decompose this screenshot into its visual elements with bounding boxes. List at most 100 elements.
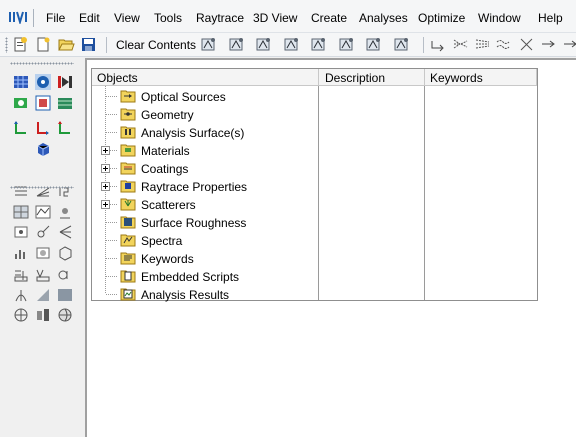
- tree-item-label: Embedded Scripts: [141, 270, 240, 284]
- new-document-icon[interactable]: [12, 36, 29, 53]
- menu-edit[interactable]: Edit: [79, 11, 100, 25]
- open-folder-icon[interactable]: [58, 36, 75, 53]
- menu-optimize[interactable]: Optimize: [418, 11, 465, 25]
- beam-p-icon[interactable]: [13, 224, 29, 240]
- tree-item-coatings[interactable]: Coatings: [92, 159, 318, 177]
- app-logo-icon: [9, 11, 27, 24]
- menu-create[interactable]: Create: [311, 11, 347, 25]
- axis-right-icon[interactable]: [35, 120, 51, 136]
- tree-item-materials[interactable]: Materials: [92, 141, 318, 159]
- palette-grip-secondary[interactable]: [10, 186, 74, 189]
- trace-forward-icon[interactable]: [57, 74, 73, 90]
- tree-item-raytrace-properties[interactable]: Raytrace Properties: [92, 177, 318, 195]
- menu-separator: [33, 9, 34, 27]
- raytrace-analysis-icon[interactable]: [310, 36, 327, 53]
- expand-toggle-icon[interactable]: [101, 200, 110, 209]
- toolbar-divider: [423, 37, 424, 53]
- menu-tools[interactable]: Tools: [154, 11, 182, 25]
- profile-icon[interactable]: [35, 204, 51, 220]
- raytrace-batch-icon[interactable]: [393, 36, 410, 53]
- object-tree: Objects Description Keywords Optical Sou…: [91, 68, 538, 303]
- ray-burst-icon[interactable]: [57, 224, 73, 240]
- expand-toggle-icon[interactable]: [101, 182, 110, 191]
- clear-contents-button[interactable]: Clear Contents: [116, 38, 196, 52]
- histogram-icon[interactable]: [13, 245, 29, 261]
- surface-roughness-icon: [120, 216, 136, 229]
- tree-connector-branch: [106, 222, 118, 223]
- sf-icon[interactable]: [13, 267, 29, 283]
- raytrace-selected-icon[interactable]: [283, 36, 300, 53]
- ray-forward-icon[interactable]: [562, 36, 576, 53]
- analysis-surface-icon: [120, 126, 136, 139]
- raytrace-sources-icon[interactable]: [338, 36, 355, 53]
- tree-item-keywords[interactable]: Keywords: [92, 249, 318, 267]
- spot-p-icon[interactable]: [57, 204, 73, 220]
- column-divider[interactable]: [318, 69, 319, 86]
- cube-icon[interactable]: [35, 141, 51, 157]
- menu-3d-view[interactable]: 3D View: [253, 11, 297, 25]
- tree-connector-branch: [106, 294, 118, 295]
- keywords-icon: [120, 252, 136, 265]
- tree-item-scatterers[interactable]: Scatterers: [92, 195, 318, 213]
- menu-raytrace[interactable]: Raytrace: [196, 11, 244, 25]
- gradient-icon[interactable]: [35, 287, 51, 303]
- tree-item-analysis-surface[interactable]: Analysis Surface(s): [92, 123, 318, 141]
- column-gridline: [424, 86, 425, 300]
- expand-toggle-icon[interactable]: [101, 164, 110, 173]
- save-icon[interactable]: [80, 36, 97, 53]
- tree-connector-branch: [106, 240, 118, 241]
- grid-analysis-icon[interactable]: [13, 204, 29, 220]
- sample-icon[interactable]: [35, 245, 51, 261]
- menu-window[interactable]: Window: [478, 11, 521, 25]
- material-checker-icon[interactable]: [57, 95, 73, 111]
- surface-map-icon[interactable]: [57, 287, 73, 303]
- scatter-rays-icon[interactable]: [452, 36, 469, 53]
- scatter-multi-icon[interactable]: [474, 36, 491, 53]
- menu-view[interactable]: View: [114, 11, 140, 25]
- column-divider[interactable]: [424, 69, 425, 86]
- toolbar-grip[interactable]: [5, 37, 8, 53]
- trace-step-arrow-icon[interactable]: [430, 36, 447, 53]
- raytrace-all-icon[interactable]: [255, 36, 272, 53]
- column-gridline: [318, 86, 319, 300]
- tree-item-geometry[interactable]: Geometry: [92, 105, 318, 123]
- scatter-point-icon[interactable]: [35, 224, 51, 240]
- tree-item-surface-roughness[interactable]: Surface Roughness: [92, 213, 318, 231]
- ray-split-icon[interactable]: [518, 36, 535, 53]
- cube-outline-icon[interactable]: [57, 245, 73, 261]
- analysis-results-icon: [120, 288, 136, 301]
- globe-icon[interactable]: [57, 307, 73, 323]
- detector-icon[interactable]: [35, 95, 51, 111]
- tree-item-optical-sources[interactable]: Optical Sources: [92, 87, 318, 105]
- raytrace-step-icon[interactable]: [228, 36, 245, 53]
- column-header-description[interactable]: Description: [325, 71, 385, 85]
- lens-split-icon[interactable]: [35, 307, 51, 323]
- column-header-objects[interactable]: Objects: [97, 71, 138, 85]
- expand-toggle-icon[interactable]: [101, 146, 110, 155]
- tree-item-spectra[interactable]: Spectra: [92, 231, 318, 249]
- palette-grip[interactable]: [10, 62, 74, 65]
- focus-icon[interactable]: [57, 267, 73, 283]
- menu-help[interactable]: Help: [538, 11, 563, 25]
- raytrace-geometry-icon[interactable]: [365, 36, 382, 53]
- menu-file[interactable]: File: [46, 11, 65, 25]
- tree-item-embedded-scripts[interactable]: Embedded Scripts: [92, 267, 318, 285]
- tree-connector-branch: [106, 96, 118, 97]
- new-file-icon[interactable]: [35, 36, 52, 53]
- tree-connector-branch: [106, 276, 118, 277]
- menu-analyses[interactable]: Analyses: [359, 11, 408, 25]
- axis-up-icon[interactable]: [13, 120, 29, 136]
- axis-xyz-icon[interactable]: [57, 120, 73, 136]
- raytrace-run-icon[interactable]: [200, 36, 217, 53]
- ray-arrow-icon[interactable]: [540, 36, 557, 53]
- sphere-icon[interactable]: [13, 307, 29, 323]
- point-source-icon[interactable]: [35, 74, 51, 90]
- object-search-icon[interactable]: [13, 95, 29, 111]
- column-header-keywords[interactable]: Keywords: [430, 71, 483, 85]
- vf-icon[interactable]: [35, 267, 51, 283]
- scatter-wave-icon[interactable]: [496, 36, 513, 53]
- tree-item-analysis-results[interactable]: Analysis Results: [92, 285, 318, 303]
- source-grid-icon[interactable]: [13, 74, 29, 90]
- spread-icon[interactable]: [13, 287, 29, 303]
- coatings-icon: [120, 162, 136, 175]
